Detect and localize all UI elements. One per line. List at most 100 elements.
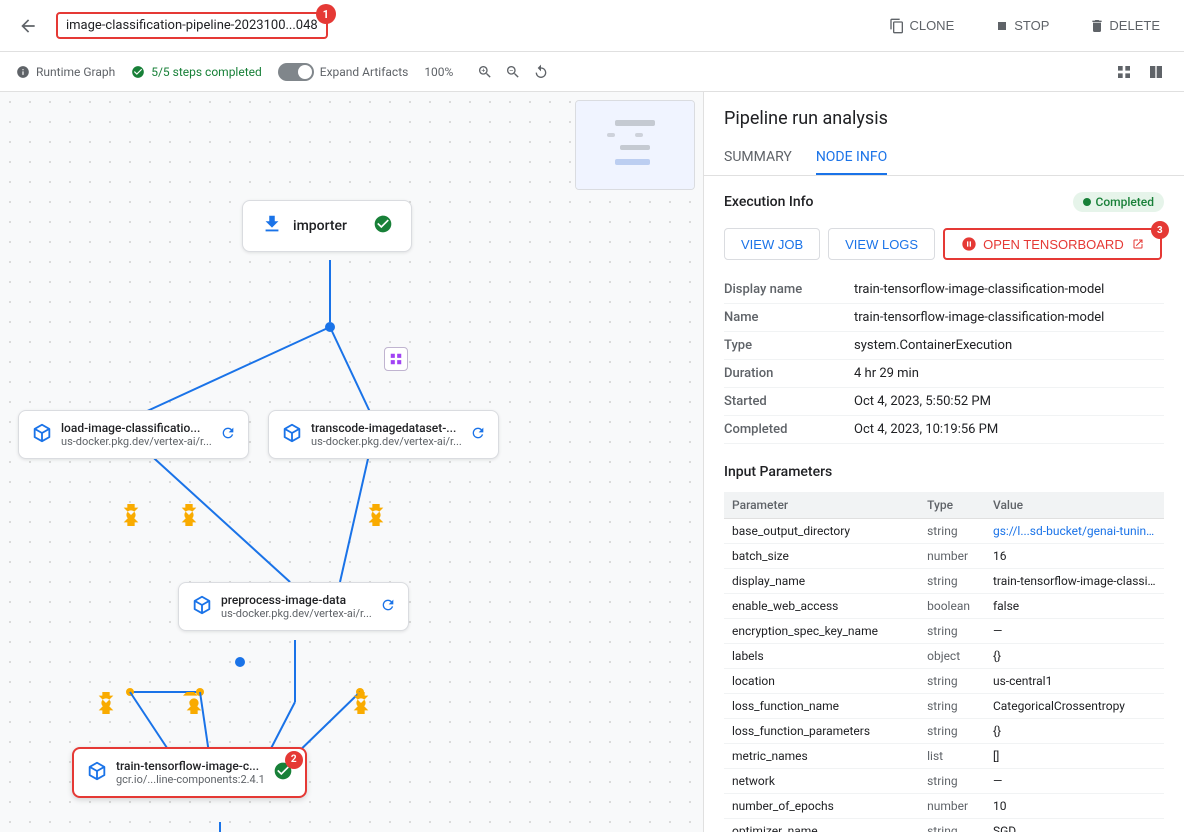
split-view-button[interactable] (1144, 60, 1168, 84)
expand-artifacts-toggle[interactable] (278, 63, 314, 81)
view-job-button[interactable]: VIEW JOB (724, 228, 820, 260)
param-value: false (985, 594, 1164, 619)
preprocess-refresh (380, 597, 396, 617)
panel-content: Execution Info Completed VIEW JOB VIEW L… (704, 176, 1184, 832)
transcode-refresh (470, 425, 486, 445)
col-value: Value (985, 492, 1164, 519)
info-row-started: Started Oct 4, 2023, 5:50:52 PM (724, 388, 1164, 416)
clone-label: CLONE (909, 18, 954, 33)
info-row-completed: Completed Oct 4, 2023, 10:19:56 PM (724, 416, 1164, 444)
param-type: string (919, 619, 985, 644)
panel-tabs: SUMMARY NODE INFO (724, 141, 1164, 175)
load-info: load-image-classificatio... us-docker.pk… (61, 421, 212, 448)
graph-panel[interactable]: importer load-image-classificatio... us-… (0, 92, 704, 832)
started-key: Started (724, 394, 854, 409)
param-value: CategoricalCrossentropy (985, 694, 1164, 719)
param-value: SGD (985, 819, 1164, 832)
param-type: string (919, 519, 985, 544)
expand-artifacts-item[interactable]: Expand Artifacts (278, 63, 409, 81)
execution-info-label: Execution Info (724, 194, 814, 210)
preprocess-info: preprocess-image-data us-docker.pkg.dev/… (221, 593, 372, 620)
open-tensorboard-button[interactable]: OPEN TENSORBOARD 3 (943, 228, 1162, 260)
param-value: train-tensorflow-image-classification-mo… (985, 569, 1164, 594)
grid-view-button[interactable] (1112, 60, 1136, 84)
table-row: display_namestringtrain-tensorflow-image… (724, 569, 1164, 594)
param-type: string (919, 669, 985, 694)
load-node[interactable]: load-image-classificatio... us-docker.pk… (18, 410, 249, 459)
runtime-graph-item[interactable]: Runtime Graph (16, 65, 115, 79)
col-parameter: Parameter (724, 492, 919, 519)
table-row: networkstring— (724, 769, 1164, 794)
preprocess-node[interactable]: preprocess-image-data us-docker.pkg.dev/… (178, 582, 409, 631)
param-name: loss_function_name (724, 694, 919, 719)
table-row: metric_nameslist[] (724, 744, 1164, 769)
details-table: Display name train-tensorflow-image-clas… (724, 276, 1164, 444)
input-parameters-section: Input Parameters Parameter Type Value ba… (724, 464, 1164, 832)
clone-button[interactable]: CLONE (877, 12, 966, 40)
preprocess-sub: us-docker.pkg.dev/vertex-ai/r... (221, 607, 372, 620)
train-sub: gcr.io/...line-components:2.4.1 (116, 773, 265, 786)
junction-icon-5 (183, 692, 205, 714)
table-row: number_of_epochsnumber10 (724, 794, 1164, 819)
panel-header: Pipeline run analysis SUMMARY NODE INFO (704, 92, 1184, 176)
delete-button[interactable]: DELETE (1077, 12, 1172, 40)
junction-icon-4 (95, 692, 117, 714)
param-name: display_name (724, 569, 919, 594)
param-name: encryption_spec_key_name (724, 619, 919, 644)
execution-info: Execution Info Completed (724, 192, 1164, 212)
status-text: Completed (1095, 195, 1154, 209)
pipeline-name: image-classification-pipeline-2023100...… (66, 18, 318, 33)
col-type: Type (919, 492, 985, 519)
tab-node-info[interactable]: NODE INFO (816, 141, 887, 175)
view-buttons (1112, 60, 1168, 84)
zoom-out-button[interactable] (501, 60, 525, 84)
tab-summary[interactable]: SUMMARY (724, 141, 792, 175)
back-button[interactable] (12, 10, 44, 42)
action-buttons: VIEW JOB VIEW LOGS OPEN TENSORBOARD 3 (724, 228, 1164, 260)
transcode-node[interactable]: transcode-imagedataset-... us-docker.pkg… (268, 410, 499, 459)
importer-label: importer (293, 218, 347, 234)
table-row: labelsobject{} (724, 644, 1164, 669)
importer-node[interactable]: importer (242, 200, 412, 252)
status-dot (1083, 198, 1091, 206)
param-value: {} (985, 644, 1164, 669)
info-row-type: Type system.ContainerExecution (724, 332, 1164, 360)
view-logs-button[interactable]: VIEW LOGS (828, 228, 935, 260)
preprocess-name: preprocess-image-data (221, 593, 372, 607)
param-type: string (919, 769, 985, 794)
steps-completed-label: 5/5 steps completed (151, 65, 262, 79)
header-actions: CLONE STOP DELETE (877, 12, 1172, 40)
train-icon (86, 760, 108, 786)
param-type: number (919, 544, 985, 569)
badge-1: 1 (316, 4, 336, 24)
preprocess-icon (191, 594, 213, 620)
load-name: load-image-classificatio... (61, 421, 212, 435)
param-value[interactable]: gs://l...sd-bucket/genai-tuning-exper (985, 519, 1164, 544)
train-info: train-tensorflow-image-c... gcr.io/...li… (116, 759, 265, 786)
name-key: Name (724, 310, 854, 325)
param-value: — (985, 769, 1164, 794)
stop-button[interactable]: STOP (982, 12, 1061, 40)
zoom-reset-button[interactable] (529, 60, 553, 84)
importer-icon (261, 213, 283, 239)
param-type: string (919, 694, 985, 719)
status-badge: Completed (1073, 192, 1164, 212)
param-name: labels (724, 644, 919, 669)
junction-icon-2 (178, 504, 200, 526)
param-type: string (919, 819, 985, 832)
table-row: loss_function_parametersstring{} (724, 719, 1164, 744)
pipeline-name-box: image-classification-pipeline-2023100...… (56, 12, 328, 39)
transcode-name: transcode-imagedataset-... (311, 421, 462, 435)
zoom-in-button[interactable] (473, 60, 497, 84)
params-table: Parameter Type Value base_output_directo… (724, 492, 1164, 832)
importer-check (373, 214, 393, 238)
train-node[interactable]: train-tensorflow-image-c... gcr.io/...li… (72, 747, 307, 798)
info-row-duration: Duration 4 hr 29 min (724, 360, 1164, 388)
expand-artifacts-label: Expand Artifacts (320, 65, 409, 79)
display-name-key: Display name (724, 282, 854, 297)
duration-key: Duration (724, 366, 854, 381)
table-row: loss_function_namestringCategoricalCross… (724, 694, 1164, 719)
param-type: object (919, 644, 985, 669)
view-job-label: VIEW JOB (741, 237, 803, 252)
table-row: locationstringus-central1 (724, 669, 1164, 694)
